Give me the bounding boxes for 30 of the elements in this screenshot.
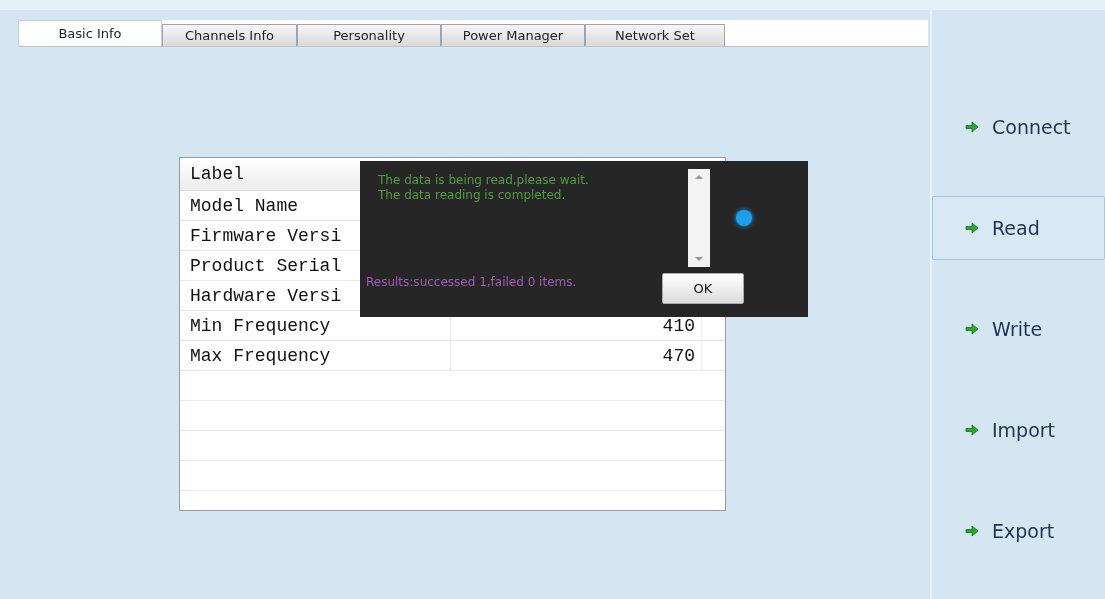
column-header: Label	[190, 164, 244, 184]
sidebar-button[interactable]: Read	[932, 196, 1105, 260]
sidebar-button[interactable]: Import	[932, 398, 1105, 462]
tab[interactable]: Power Manager	[441, 24, 585, 46]
table-cell: Firmware Versi	[190, 225, 342, 246]
sidebar-button[interactable]: Connect	[932, 95, 1105, 159]
table-cell: Product Serial	[190, 255, 342, 276]
table-cell: Model Name	[190, 195, 299, 216]
arrow-right-icon	[965, 525, 979, 537]
log-message: The data reading is completed.	[378, 188, 567, 203]
table-cell: Hardware Versi	[190, 285, 342, 306]
tab[interactable]: Network Set	[585, 24, 725, 46]
tab[interactable]: Personality	[297, 24, 441, 46]
arrow-right-icon	[965, 222, 979, 234]
ok-button[interactable]: OK	[662, 273, 744, 304]
log-message: The data is being read,please wait.	[378, 173, 590, 188]
tab[interactable]: Basic Info	[18, 20, 162, 46]
arrow-right-icon	[965, 424, 979, 436]
result-text: Results:successed 1,failed 0 items.	[366, 275, 578, 289]
status-indicator-icon	[736, 210, 752, 226]
tab[interactable]: Channels Info	[162, 24, 297, 46]
table-cell: Min Frequency	[190, 315, 331, 336]
arrow-right-icon	[965, 323, 979, 335]
table-cell: 470	[662, 345, 695, 366]
sidebar-button[interactable]: Write	[932, 297, 1105, 361]
arrow-right-icon	[965, 121, 979, 133]
table-cell: Max Frequency	[190, 345, 331, 366]
table-cell: 410	[662, 315, 695, 336]
scrollbar[interactable]	[688, 169, 710, 267]
sidebar-button[interactable]: Export	[932, 499, 1105, 563]
